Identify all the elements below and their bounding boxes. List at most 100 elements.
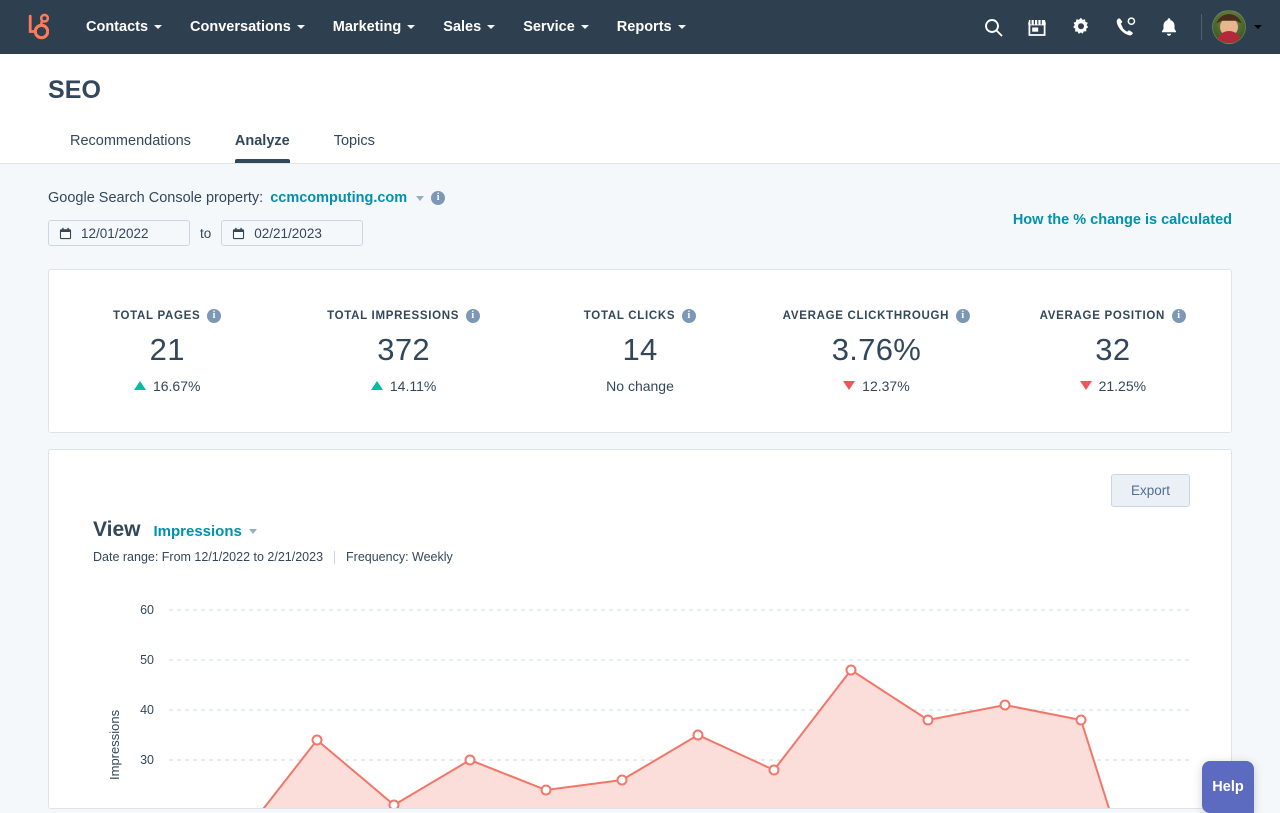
stat-average-position: AVERAGE POSITION i 32 21.25% bbox=[995, 309, 1231, 394]
stat-total-clicks: TOTAL CLICKS i 14 No change bbox=[522, 309, 758, 394]
search-icon[interactable] bbox=[971, 5, 1015, 49]
marketplace-icon[interactable] bbox=[1015, 5, 1059, 49]
export-button[interactable]: Export bbox=[1111, 474, 1190, 507]
chevron-down-icon[interactable] bbox=[1254, 25, 1262, 29]
calling-icon[interactable] bbox=[1103, 5, 1147, 49]
stat-value: 14 bbox=[522, 332, 758, 368]
nav-item-service[interactable]: Service bbox=[509, 13, 603, 41]
chart-frequency: Frequency: Weekly bbox=[346, 550, 453, 564]
nav-item-conversations[interactable]: Conversations bbox=[176, 13, 319, 41]
how-percent-change-link[interactable]: How the % change is calculated bbox=[1013, 212, 1232, 228]
nav-item-contacts[interactable]: Contacts bbox=[72, 13, 176, 41]
calendar-icon bbox=[59, 227, 72, 240]
chevron-down-icon bbox=[678, 25, 686, 29]
stat-delta: 14.11% bbox=[285, 378, 521, 394]
stat-value: 21 bbox=[49, 332, 285, 368]
tab-recommendations[interactable]: Recommendations bbox=[48, 123, 213, 163]
chevron-down-icon bbox=[249, 529, 257, 534]
stat-value: 372 bbox=[285, 332, 521, 368]
calendar-icon bbox=[232, 227, 245, 240]
nav-item-label: Sales bbox=[443, 19, 481, 35]
avatar-hair bbox=[1216, 14, 1242, 38]
stat-delta: 21.25% bbox=[995, 378, 1231, 394]
stat-delta-text: No change bbox=[606, 378, 674, 394]
nav-item-label: Service bbox=[523, 19, 575, 35]
svg-text:60: 60 bbox=[140, 603, 154, 617]
settings-gear-icon[interactable] bbox=[1059, 5, 1103, 49]
view-selector-row: View Impressions bbox=[93, 518, 1231, 542]
info-icon[interactable]: i bbox=[431, 191, 445, 205]
nav-item-reports[interactable]: Reports bbox=[603, 13, 700, 41]
tab-label: Topics bbox=[334, 133, 375, 149]
info-icon[interactable]: i bbox=[682, 309, 696, 323]
page-tabs: Recommendations Analyze Topics bbox=[48, 123, 1280, 163]
chart-area-line bbox=[239, 670, 1119, 809]
info-icon[interactable]: i bbox=[956, 309, 970, 323]
stat-delta: 12.37% bbox=[758, 378, 994, 394]
chevron-down-icon bbox=[297, 25, 305, 29]
nav-item-marketing[interactable]: Marketing bbox=[319, 13, 430, 41]
chart-y-tick-labels: 60 50 40 30 bbox=[140, 603, 154, 767]
trend-down-icon bbox=[843, 381, 855, 390]
stat-label: AVERAGE POSITION i bbox=[995, 309, 1231, 323]
chevron-down-icon bbox=[581, 25, 589, 29]
gsc-property-label: Google Search Console property: bbox=[48, 190, 263, 206]
info-icon[interactable]: i bbox=[466, 309, 480, 323]
trend-up-icon bbox=[134, 381, 146, 390]
stat-average-clickthrough: AVERAGE CLICKTHROUGH i 3.76% 12.37% bbox=[758, 309, 994, 394]
end-date-value: 02/21/2023 bbox=[254, 226, 322, 241]
summary-stats-card: TOTAL PAGES i 21 16.67% TOTAL IMPRESSION… bbox=[48, 269, 1232, 433]
stat-delta-text: 12.37% bbox=[862, 378, 909, 394]
info-icon[interactable]: i bbox=[1172, 309, 1186, 323]
notifications-bell-icon[interactable] bbox=[1147, 5, 1191, 49]
stat-delta: 16.67% bbox=[49, 378, 285, 394]
tab-topics[interactable]: Topics bbox=[312, 123, 397, 163]
chart-y-axis-title: Impressions bbox=[107, 709, 122, 780]
stat-delta: No change bbox=[522, 378, 758, 394]
page-header: SEO Recommendations Analyze Topics bbox=[0, 54, 1280, 164]
nav-item-label: Conversations bbox=[190, 19, 291, 35]
trend-up-icon bbox=[371, 381, 383, 390]
tab-label: Analyze bbox=[235, 133, 290, 149]
filters-section: Google Search Console property: ccmcompu… bbox=[0, 164, 1280, 246]
top-nav-actions bbox=[971, 5, 1262, 49]
chart-data-points bbox=[313, 666, 1086, 810]
stat-label: TOTAL IMPRESSIONS i bbox=[285, 309, 521, 323]
stat-total-impressions: TOTAL IMPRESSIONS i 372 14.11% bbox=[285, 309, 521, 394]
chart-area-fill bbox=[239, 670, 1119, 809]
stat-label: TOTAL PAGES i bbox=[49, 309, 285, 323]
gsc-property-value[interactable]: ccmcomputing.com bbox=[270, 190, 407, 206]
user-avatar[interactable] bbox=[1212, 10, 1246, 44]
chevron-down-icon bbox=[487, 25, 495, 29]
help-button[interactable]: Help bbox=[1202, 761, 1254, 813]
stat-value: 32 bbox=[995, 332, 1231, 368]
svg-text:50: 50 bbox=[140, 653, 154, 667]
svg-text:40: 40 bbox=[140, 703, 154, 717]
gsc-property-row: Google Search Console property: ccmcompu… bbox=[48, 190, 1232, 206]
stat-delta-text: 16.67% bbox=[153, 378, 200, 394]
stat-label-text: AVERAGE CLICKTHROUGH bbox=[783, 310, 949, 322]
stat-value: 3.76% bbox=[758, 332, 994, 368]
tab-analyze[interactable]: Analyze bbox=[213, 123, 312, 163]
stat-delta-text: 14.11% bbox=[390, 378, 436, 394]
hubspot-sprocket-logo[interactable] bbox=[16, 13, 56, 41]
main-menu: Contacts Conversations Marketing Sales S… bbox=[72, 13, 700, 41]
nav-item-label: Marketing bbox=[333, 19, 402, 35]
chevron-down-icon bbox=[407, 25, 415, 29]
chart-subtitle: Date range: From 12/1/2022 to 2/21/2023 … bbox=[93, 550, 1231, 564]
start-date-input[interactable]: 12/01/2022 bbox=[48, 220, 190, 246]
trend-down-icon bbox=[1080, 381, 1092, 390]
stat-total-pages: TOTAL PAGES i 21 16.67% bbox=[49, 309, 285, 394]
stat-label-text: TOTAL CLICKS bbox=[584, 310, 675, 322]
chart-date-range: Date range: From 12/1/2022 to 2/21/2023 bbox=[93, 550, 323, 564]
stat-label: TOTAL CLICKS i bbox=[522, 309, 758, 323]
date-range-separator: to bbox=[200, 226, 211, 241]
view-metric-dropdown[interactable]: Impressions bbox=[153, 523, 256, 540]
chart-gridlines bbox=[169, 610, 1189, 760]
info-icon[interactable]: i bbox=[207, 309, 221, 323]
nav-divider bbox=[1201, 14, 1202, 40]
view-metric-value: Impressions bbox=[153, 523, 241, 540]
end-date-input[interactable]: 02/21/2023 bbox=[221, 220, 363, 246]
nav-item-sales[interactable]: Sales bbox=[429, 13, 509, 41]
chevron-down-icon[interactable] bbox=[416, 196, 424, 201]
